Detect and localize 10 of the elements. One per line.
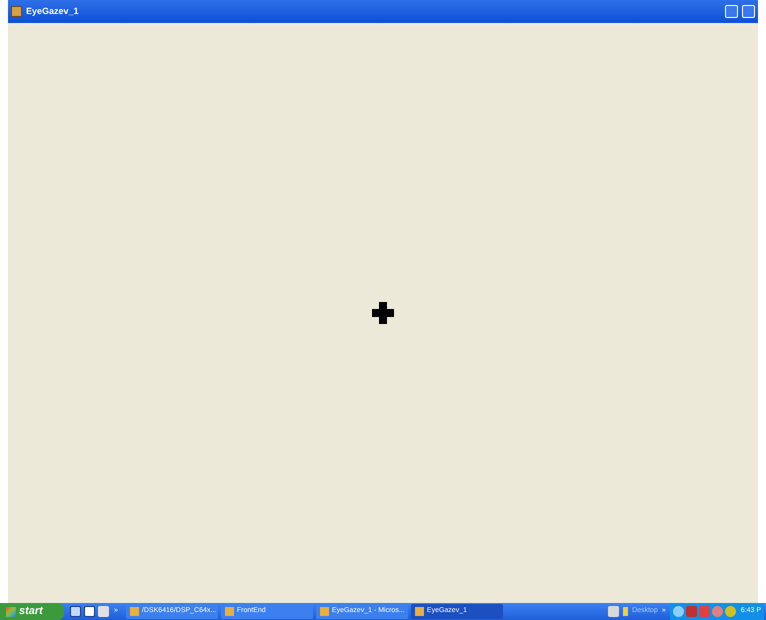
minimize-button[interactable] — [725, 5, 738, 18]
app-icon — [320, 607, 329, 616]
app-icon — [414, 607, 424, 616]
app-icon — [11, 6, 22, 17]
start-button[interactable]: start — [0, 603, 64, 620]
restore-button[interactable] — [742, 5, 755, 18]
window-title: EyeGazev_1 — [26, 4, 79, 18]
app-icon — [130, 607, 139, 616]
app-icon — [224, 607, 234, 616]
crosshair-icon — [372, 302, 394, 324]
